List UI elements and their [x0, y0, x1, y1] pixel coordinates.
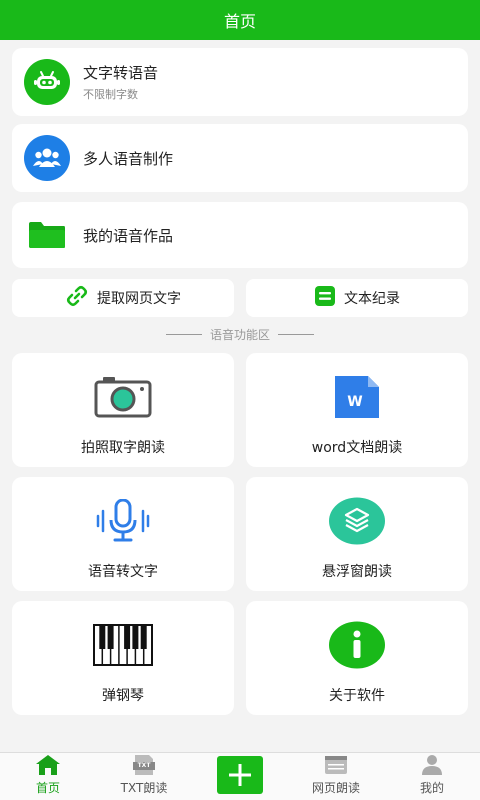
tab-web-read-label: 网页朗读 [311, 781, 360, 795]
camera-icon [94, 373, 152, 421]
page-title: 首页 [223, 12, 256, 31]
floating-window-card[interactable]: 悬浮窗朗读 [246, 477, 468, 591]
tab-mine[interactable]: 我的 [384, 753, 480, 800]
tab-txt-read[interactable]: TXT TXT朗读 [96, 753, 192, 800]
tab-web-read[interactable]: 网页朗读 [288, 753, 384, 800]
multi-voice-title: 多人语音制作 [83, 149, 174, 168]
robot-icon [24, 59, 70, 105]
about-label: 关于软件 [329, 688, 385, 704]
multi-voice-card[interactable]: 多人语音制作 [12, 124, 468, 192]
photo-read-label: 拍照取字朗读 [81, 440, 165, 456]
tab-home[interactable]: 首页 [0, 753, 96, 800]
tab-add[interactable] [192, 753, 288, 800]
folder-icon [24, 212, 70, 258]
piano-card[interactable]: 弹钢琴 [12, 601, 234, 715]
text-to-speech-subtitle: 不限制字数 [83, 88, 138, 101]
speech-to-text-label: 语音转文字 [88, 564, 158, 580]
word-read-label: word文档朗读 [311, 440, 403, 456]
text-record-button[interactable]: 文本纪录 [246, 279, 468, 317]
app-header: 首页 [0, 0, 480, 40]
extract-web-text-label: 提取网页文字 [97, 291, 181, 307]
photo-read-card[interactable]: 拍照取字朗读 [12, 353, 234, 467]
tab-mine-label: 我的 [419, 781, 444, 795]
about-card[interactable]: 关于软件 [246, 601, 468, 715]
my-works-card[interactable]: 我的语音作品 [12, 202, 468, 268]
plus-icon [229, 763, 251, 786]
txt-file-icon: TXT [132, 753, 156, 777]
my-works-title: 我的语音作品 [83, 226, 174, 245]
word-read-card[interactable]: W word文档朗读 [246, 353, 468, 467]
info-icon [329, 621, 385, 669]
word-doc-icon: W [334, 373, 380, 421]
piano-label: 弹钢琴 [102, 688, 144, 704]
bottom-tab-bar: 首页 TXT TXT朗读 网页朗读 我的 [0, 752, 480, 800]
txt-icon-label: TXT [137, 762, 151, 769]
layers-icon [329, 497, 385, 545]
browser-icon [324, 753, 348, 777]
section-title: 语音功能区 [0, 326, 480, 343]
section-title-text: 语音功能区 [209, 328, 270, 342]
notes-icon [314, 285, 336, 311]
user-icon [421, 753, 443, 777]
text-record-label: 文本纪录 [344, 291, 400, 307]
tab-txt-read-label: TXT朗读 [120, 781, 168, 795]
extract-web-text-button[interactable]: 提取网页文字 [12, 279, 234, 317]
speech-to-text-card[interactable]: 语音转文字 [12, 477, 234, 591]
group-users-icon [24, 135, 70, 181]
piano-icon [93, 621, 153, 669]
divider-right [278, 334, 314, 335]
svg-text:W: W [347, 394, 362, 410]
text-to-speech-card[interactable]: 文字转语音 不限制字数 [12, 48, 468, 116]
text-to-speech-title: 文字转语音 [83, 64, 159, 82]
add-button[interactable] [217, 755, 263, 794]
tab-home-label: 首页 [35, 781, 60, 795]
divider-left [165, 334, 202, 335]
microphone-icon [92, 497, 154, 545]
link-icon [65, 284, 89, 312]
home-icon [35, 753, 61, 777]
floating-window-label: 悬浮窗朗读 [322, 564, 392, 580]
